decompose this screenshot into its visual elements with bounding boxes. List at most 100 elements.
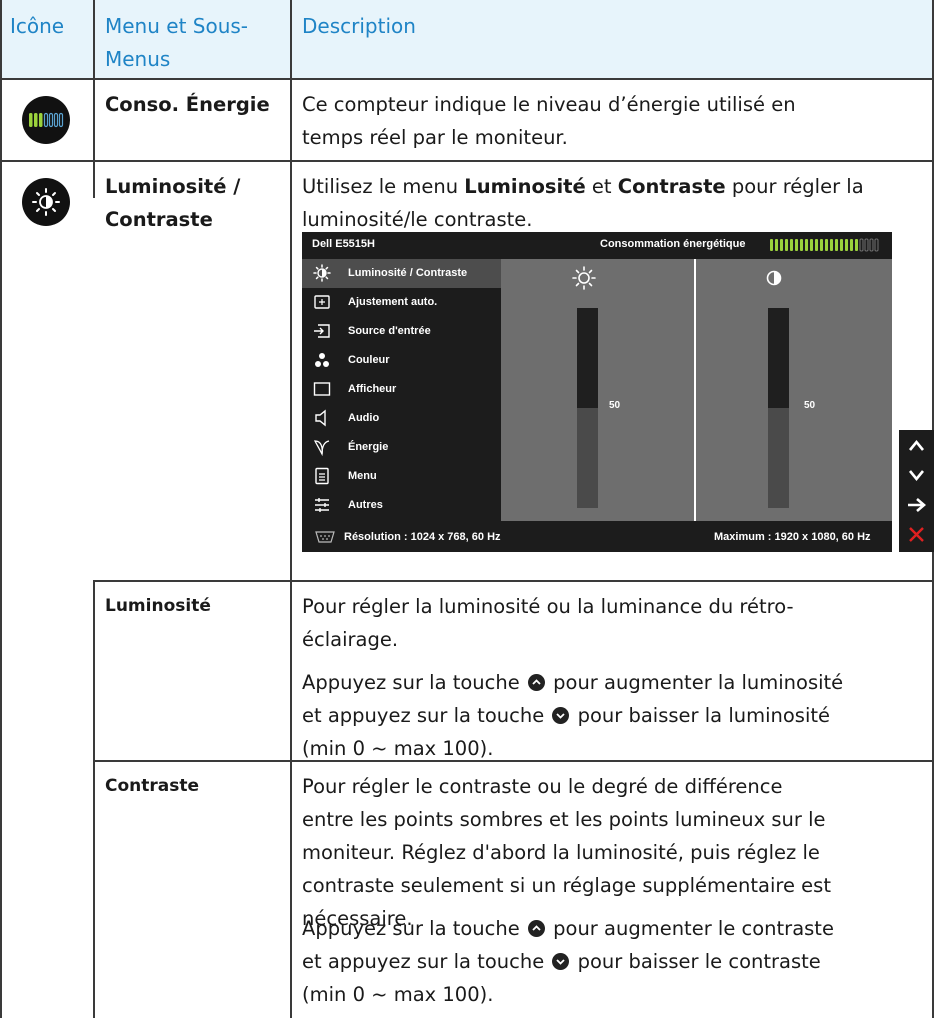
desc-line: éclairage.	[302, 628, 399, 651]
desc-line: contraste seulement si un réglage supplé…	[302, 874, 831, 897]
desc-text: et appuyez sur la touche	[302, 950, 551, 973]
audio-icon	[313, 409, 331, 427]
osd-nav-buttons	[899, 430, 934, 552]
energy-meter-segment	[845, 239, 848, 251]
energy-meter-segment	[775, 239, 778, 251]
desc-text: Appuyez sur la touche	[302, 917, 526, 940]
energy-meter-segment	[785, 239, 788, 251]
energy-meter-icon	[22, 96, 70, 144]
desc-line: luminosité/le contraste.	[302, 208, 533, 231]
label-line: Luminosité /	[105, 175, 241, 198]
brightness-slider[interactable]	[577, 308, 598, 508]
grid-line	[290, 0, 292, 1018]
osd-brightness-panel: 50	[501, 259, 694, 521]
row-label-brightness-contrast: Luminosité / Contraste	[105, 170, 240, 236]
desc-line: entre les points sombres et les points l…	[302, 808, 826, 831]
osd-item-others[interactable]: Autres	[302, 491, 501, 520]
osd-item-input-source[interactable]: Source d'entrée	[302, 317, 501, 346]
osd-item-label: Source d'entrée	[348, 325, 431, 337]
desc-text: et	[585, 175, 618, 198]
up-button-icon	[527, 674, 545, 691]
osd-item-menu[interactable]: Menu	[302, 462, 501, 491]
osd-footer: Résolution : 1024 x 768, 60 Hz Maximum :…	[302, 521, 892, 552]
osd-resolution: Résolution : 1024 x 768, 60 Hz	[344, 531, 501, 543]
osd-maximum: Maximum : 1920 x 1080, 60 Hz	[714, 531, 871, 543]
osd-menu: Luminosité / Contraste Ajustement auto. …	[302, 259, 501, 521]
brightness-icon	[572, 266, 596, 295]
row-desc-energy: Ce compteur indique le niveau d’énergie …	[302, 88, 796, 154]
energy-meter-segment	[869, 238, 874, 252]
osd-item-color[interactable]: Couleur	[302, 346, 501, 375]
osd-item-label: Audio	[348, 412, 380, 424]
osd-model: Dell E5515H	[312, 238, 375, 250]
desc-line: temps réel par le moniteur.	[302, 126, 568, 149]
desc-text: pour baisser la luminosité	[571, 704, 831, 727]
contrast-slider[interactable]	[768, 308, 789, 508]
menu-icon	[313, 467, 331, 485]
auto-adjust-icon	[313, 293, 331, 311]
desc-line: (min 0 ~ max 100).	[302, 983, 494, 1006]
brightness-value: 50	[609, 400, 621, 411]
desc-line: (min 0 ~ max 100).	[302, 737, 494, 760]
up-arrow-icon[interactable]	[899, 432, 934, 460]
row-label-brightness: Luminosité	[105, 596, 211, 616]
osd-item-audio[interactable]: Audio	[302, 404, 501, 433]
brightness-icon	[313, 264, 331, 282]
header-menu-line2: Menus	[105, 47, 171, 71]
osd-consumption-label: Consommation énergétique	[600, 238, 746, 250]
row-desc-brightness-contrast: Utilisez le menu Luminosité et Contraste…	[302, 170, 864, 236]
input-source-icon	[313, 322, 331, 340]
row-desc-brightness-keys: Appuyez sur la touche pour augmenter la …	[302, 666, 843, 765]
osd-item-label: Luminosité / Contraste	[348, 267, 468, 279]
display-icon	[313, 380, 331, 398]
down-arrow-icon[interactable]	[899, 461, 934, 489]
desc-text: pour augmenter le contraste	[546, 917, 834, 940]
grid-line	[93, 0, 95, 78]
brightness-contrast-icon	[22, 178, 70, 226]
desc-bold-contrast: Contraste	[617, 175, 726, 198]
close-icon[interactable]	[899, 521, 934, 549]
osd-item-label: Menu	[348, 470, 377, 482]
osd-item-label: Ajustement auto.	[348, 296, 438, 308]
energy-meter-segment	[795, 239, 798, 251]
grid-line	[0, 160, 934, 162]
desc-text: pour régler la	[725, 175, 864, 198]
right-arrow-icon[interactable]	[899, 491, 934, 519]
contrast-slider-fill	[768, 408, 789, 508]
down-button-icon	[552, 953, 570, 970]
energy-meter-segment	[840, 239, 843, 251]
osd-item-display[interactable]: Afficheur	[302, 375, 501, 404]
energy-leaf-icon	[313, 438, 331, 457]
row-label-contrast: Contraste	[105, 776, 200, 796]
energy-meter-segment	[810, 239, 813, 251]
row-desc-contrast-keys: Appuyez sur la touche pour augmenter le …	[302, 912, 834, 1011]
menu-table: Icône Menu et Sous- Menus Description Co…	[0, 0, 934, 1018]
grid-line	[0, 0, 2, 1018]
energy-meter-segment	[855, 239, 858, 251]
desc-line: moniteur. Réglez d'abord la luminosité, …	[302, 841, 820, 864]
desc-text: et appuyez sur la touche	[302, 704, 551, 727]
desc-bold-brightness: Luminosité	[464, 175, 586, 198]
osd-item-auto-adjust[interactable]: Ajustement auto.	[302, 288, 501, 317]
grid-line	[0, 78, 934, 80]
energy-meter-segment	[790, 239, 793, 251]
connector-icon	[314, 530, 336, 548]
energy-meter-segment	[850, 239, 853, 251]
energy-meter-segment	[780, 239, 783, 251]
osd-item-brightness-contrast[interactable]: Luminosité / Contraste	[302, 259, 501, 288]
contrast-value: 50	[804, 400, 816, 411]
osd-item-energy[interactable]: Énergie	[302, 433, 501, 462]
energy-meter-segment	[800, 239, 803, 251]
energy-meter-segment	[830, 239, 833, 251]
others-icon	[313, 496, 331, 514]
osd-item-label: Autres	[348, 499, 383, 511]
row-desc-contrast: Pour régler le contraste ou le degré de …	[302, 770, 831, 935]
osd-screenshot: Dell E5515H Consommation énergétique Lum…	[302, 232, 892, 552]
down-button-icon	[552, 707, 570, 724]
energy-meter-segment	[864, 238, 869, 252]
energy-meter-segment	[815, 239, 818, 251]
desc-line: Ce compteur indique le niveau d’énergie …	[302, 93, 796, 116]
desc-line: Pour régler la luminosité ou la luminanc…	[302, 595, 794, 618]
row-desc-brightness: Pour régler la luminosité ou la luminanc…	[302, 590, 794, 656]
osd-item-label: Afficheur	[348, 383, 397, 395]
